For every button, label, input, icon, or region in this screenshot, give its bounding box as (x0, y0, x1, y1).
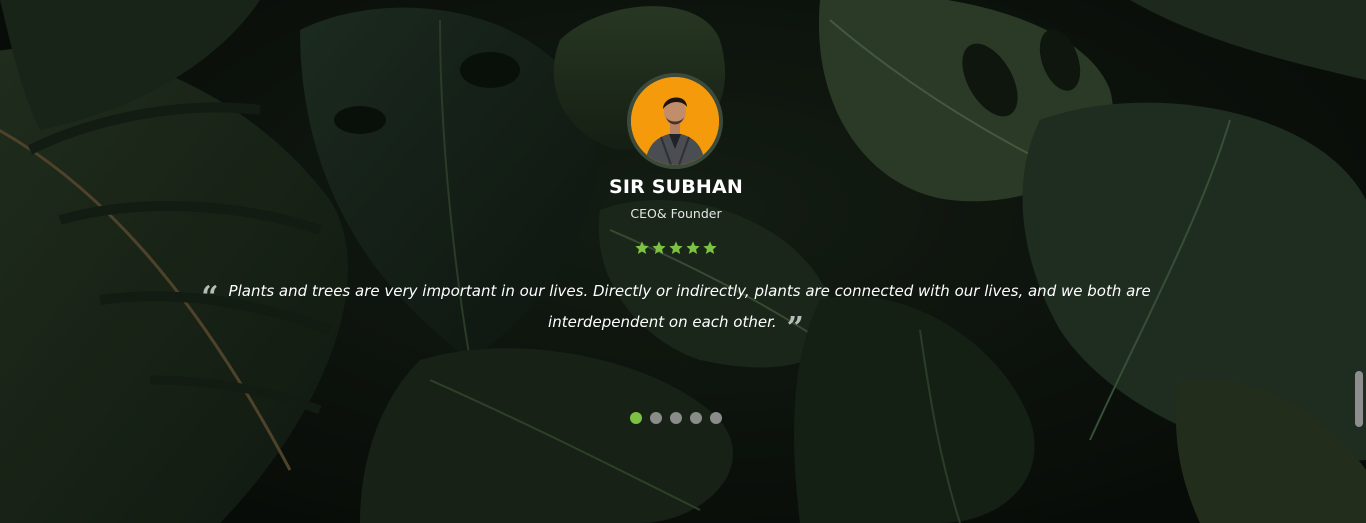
star-icon (669, 241, 683, 254)
star-icon (652, 241, 666, 254)
quote-close-icon: ” (786, 311, 804, 346)
carousel-dot-3[interactable] (670, 412, 682, 424)
rating-stars (634, 240, 718, 256)
testimonial-quote-block: “ Plants and trees are very important in … (165, 276, 1187, 344)
quote-open-icon: “ (201, 280, 219, 315)
carousel-dot-5[interactable] (710, 412, 722, 424)
carousel-dot-2[interactable] (650, 412, 662, 424)
carousel-pagination (630, 412, 722, 424)
star-icon (635, 241, 649, 254)
avatar (631, 77, 719, 165)
star-icon (686, 241, 700, 254)
scrollbar-thumb[interactable] (1355, 371, 1363, 427)
star-icon (703, 241, 717, 254)
page-scrollbar[interactable] (1352, 0, 1366, 523)
testimonial-slide: SIR SUBHAN CEO& Founder “ Plants and tree… (0, 0, 1352, 523)
testimonial-name: SIR SUBHAN (608, 176, 744, 198)
avatar-frame (627, 73, 723, 169)
person-portrait (631, 77, 719, 165)
testimonial-quote-text: Plants and trees are very important in o… (228, 282, 1151, 331)
carousel-dot-1[interactable] (630, 412, 642, 424)
testimonial-section: SIR SUBHAN CEO& Founder “ Plants and tree… (0, 0, 1366, 523)
testimonial-role: CEO& Founder (630, 206, 722, 221)
carousel-dot-4[interactable] (690, 412, 702, 424)
